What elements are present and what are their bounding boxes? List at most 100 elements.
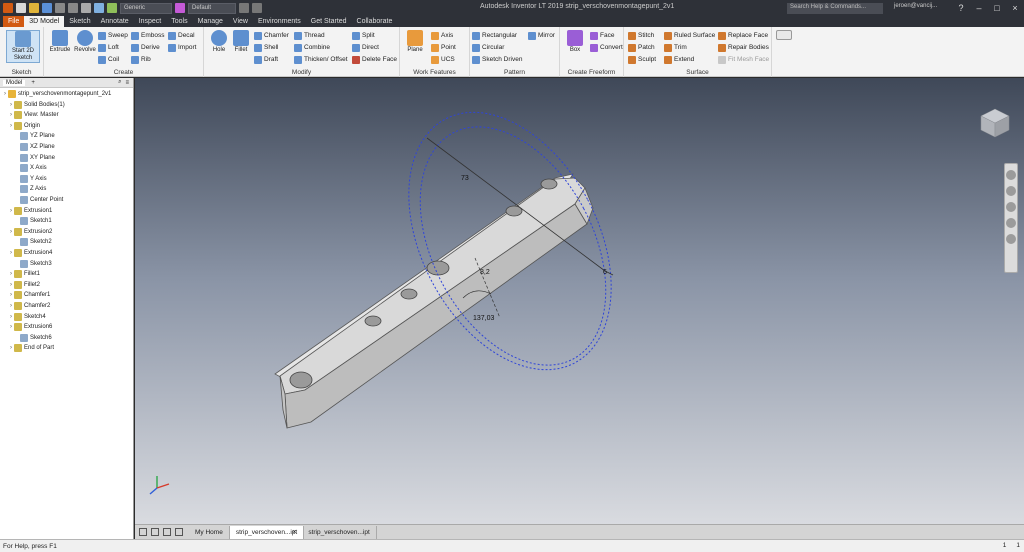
tab-view[interactable]: View: [228, 16, 253, 27]
tree-item[interactable]: Y Axis: [14, 174, 47, 184]
chamfer-button[interactable]: Chamfer: [254, 30, 289, 41]
zoom-icon[interactable]: [1006, 202, 1016, 212]
thread-button[interactable]: Thread: [294, 30, 325, 41]
tab-document-2[interactable]: strip_verschoven...ipt: [302, 525, 377, 539]
tile-vertical-icon[interactable]: [151, 528, 159, 536]
strip-side-face[interactable]: [284, 203, 588, 429]
decal-button[interactable]: Decal: [168, 30, 195, 41]
tree-item[interactable]: › Chamfer2: [8, 301, 50, 311]
derive-button[interactable]: Derive: [131, 42, 160, 53]
dimension-6[interactable]: 6: [603, 269, 607, 276]
tree-item[interactable]: Sketch2: [14, 237, 52, 247]
ruled-surface-button[interactable]: Ruled Surface: [664, 30, 715, 41]
delete-face-button[interactable]: Delete Face: [352, 54, 397, 65]
split-button[interactable]: Split: [352, 30, 375, 41]
coil-button[interactable]: Coil: [98, 54, 119, 65]
appearance-dropdown[interactable]: Default: [188, 2, 236, 14]
ucs-button[interactable]: UCS: [431, 54, 455, 65]
view-cube[interactable]: [978, 108, 1012, 138]
hole-2[interactable]: [364, 315, 382, 327]
repair-bodies-button[interactable]: Repair Bodies: [718, 42, 769, 53]
rib-button[interactable]: Rib: [131, 54, 151, 65]
redo-icon[interactable]: [68, 3, 78, 13]
steering-wheel-icon[interactable]: [1006, 170, 1016, 180]
tree-item[interactable]: › End of Part: [8, 343, 54, 353]
import-button[interactable]: Import: [168, 42, 196, 53]
tile-horizontal-icon[interactable]: [139, 528, 147, 536]
rectangular-pattern-button[interactable]: Rectangular: [472, 30, 517, 41]
mirror-button[interactable]: Mirror: [528, 30, 555, 41]
plane-button[interactable]: Plane: [402, 30, 428, 54]
graphics-window[interactable]: 73 8,2 137,03 6: [135, 78, 1024, 524]
fx-icon[interactable]: [239, 3, 249, 13]
strip-top-surface[interactable]: [279, 177, 586, 395]
box-button[interactable]: Box: [562, 30, 588, 54]
tab-tools[interactable]: Tools: [166, 16, 192, 27]
tab-file[interactable]: File: [3, 16, 25, 27]
tree-item[interactable]: › Fillet2: [8, 280, 40, 290]
minimize-icon[interactable]: –: [970, 0, 988, 16]
stitch-button[interactable]: Stitch: [628, 30, 654, 41]
new-file-icon[interactable]: [16, 3, 26, 13]
tree-item[interactable]: XZ Plane: [14, 142, 55, 152]
loft-button[interactable]: Loft: [98, 42, 119, 53]
tree-item[interactable]: › Extrusion4: [8, 248, 52, 258]
look-at-icon[interactable]: [1006, 234, 1016, 244]
tree-item[interactable]: Center Point: [14, 195, 63, 205]
replace-face-button[interactable]: Replace Face: [718, 30, 768, 41]
patch-button[interactable]: Patch: [628, 42, 655, 53]
model-canvas[interactable]: 73 8,2 137,03 6: [135, 78, 1024, 524]
draft-button[interactable]: Draft: [254, 54, 278, 65]
extend-button[interactable]: Extend: [664, 54, 694, 65]
dimension-73[interactable]: 73: [461, 175, 469, 182]
extrude-button[interactable]: Extrude: [47, 30, 73, 54]
open-file-icon[interactable]: [29, 3, 39, 13]
sculpt-button[interactable]: Sculpt: [628, 54, 656, 65]
tree-item[interactable]: › View: Master: [8, 110, 59, 120]
tree-item[interactable]: Sketch6: [14, 333, 52, 343]
tab-get-started[interactable]: Get Started: [306, 16, 352, 27]
axis-button[interactable]: Axis: [431, 30, 453, 41]
tab-environments[interactable]: Environments: [253, 16, 306, 27]
tab-annotate[interactable]: Annotate: [96, 16, 134, 27]
hole-1[interactable]: [289, 371, 313, 389]
close-tab-icon[interactable]: ×: [292, 529, 296, 536]
tab-manage[interactable]: Manage: [193, 16, 228, 27]
cascade-icon[interactable]: [163, 528, 171, 536]
shell-button[interactable]: Shell: [254, 42, 278, 53]
emboss-button[interactable]: Emboss: [131, 30, 164, 41]
tab-sketch[interactable]: Sketch: [64, 16, 95, 27]
arrange-icon[interactable]: [175, 528, 183, 536]
tree-item[interactable]: › strip_verschovenmontagepunt_2v1: [2, 89, 111, 99]
tree-item[interactable]: › Solid Bodies(1): [8, 100, 65, 110]
tree-item[interactable]: XY Plane: [14, 153, 55, 163]
user-account[interactable]: jeroen@vancij...: [894, 3, 937, 9]
browser-tab-add[interactable]: +: [31, 80, 35, 86]
sweep-button[interactable]: Sweep: [98, 30, 128, 41]
tree-item[interactable]: › Fillet1: [8, 269, 40, 279]
hole-4[interactable]: [426, 260, 450, 276]
circular-pattern-button[interactable]: Circular: [472, 42, 504, 53]
tree-item[interactable]: › Origin: [8, 121, 40, 131]
tree-item[interactable]: › Extrusion1: [8, 206, 52, 216]
browser-menu-icon[interactable]: ≡: [125, 80, 129, 86]
appearance-icon[interactable]: [175, 3, 185, 13]
tab-collaborate[interactable]: Collaborate: [352, 16, 398, 27]
maximize-icon[interactable]: □: [988, 0, 1006, 16]
material-dropdown[interactable]: Generic: [120, 2, 172, 14]
sketch-driven-pattern-button[interactable]: Sketch Driven: [472, 54, 522, 65]
home-icon[interactable]: [81, 3, 91, 13]
tree-item[interactable]: Sketch1: [14, 216, 52, 226]
tab-my-home[interactable]: My Home: [189, 525, 230, 539]
pan-icon[interactable]: [1006, 186, 1016, 196]
tree-item[interactable]: › Extrusion6: [8, 322, 52, 332]
help-icon[interactable]: ?: [952, 0, 970, 16]
tree-item[interactable]: Sketch3: [14, 259, 52, 269]
tree-item[interactable]: X Axis: [14, 163, 47, 173]
tab-3d-model[interactable]: 3D Model: [24, 16, 65, 27]
save-icon[interactable]: [42, 3, 52, 13]
close-icon[interactable]: ×: [1006, 0, 1024, 16]
ribbon-options-icon[interactable]: [776, 30, 792, 40]
tree-item[interactable]: › Sketch4: [8, 312, 46, 322]
start-2d-sketch-button[interactable]: Start 2D Sketch: [6, 30, 40, 63]
